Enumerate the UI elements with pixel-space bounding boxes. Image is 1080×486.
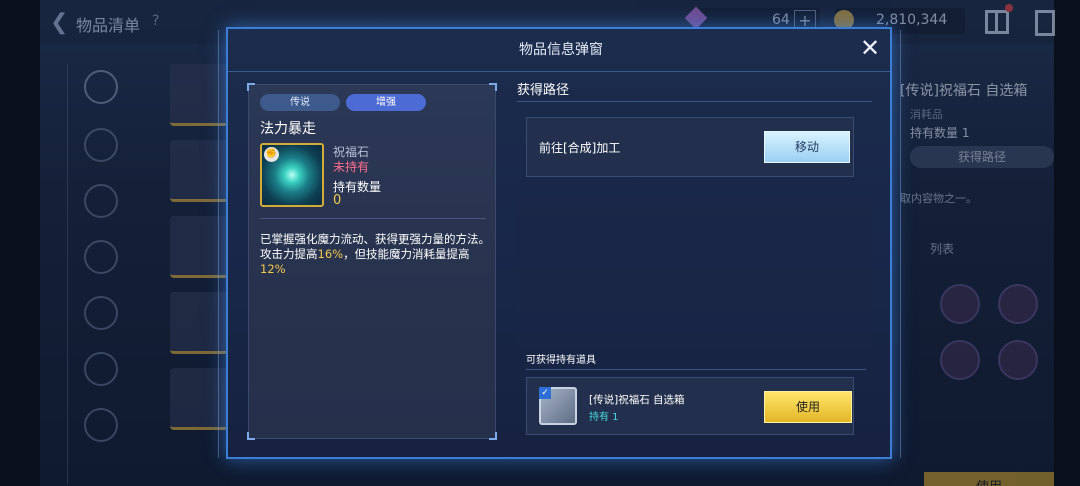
desc-part-a: 攻击力提高 xyxy=(260,247,318,261)
detail-use-button[interactable]: 使用 xyxy=(924,472,1054,486)
category-book-icon[interactable] xyxy=(84,408,118,442)
detail-list-label: 列表 xyxy=(930,242,955,256)
category-equip-icon[interactable] xyxy=(84,128,118,162)
detail-subtitle: 消耗品 xyxy=(910,108,943,121)
exit-door-icon[interactable] xyxy=(1035,10,1055,36)
corner-mark xyxy=(489,432,497,440)
inventory-item[interactable] xyxy=(170,292,228,354)
category-sidebar xyxy=(40,44,228,486)
help-icon[interactable]: ? xyxy=(152,13,159,29)
check-icon: ✓ xyxy=(539,387,551,399)
owned-items-title: 可获得持有道具 xyxy=(526,355,596,366)
attack-bonus-value: 16% xyxy=(317,247,344,261)
popup-title: 物品信息弹窗 xyxy=(519,42,603,58)
detail-hold-count: 持有数量 1 xyxy=(910,126,970,140)
coin-amount: 2,810,344 xyxy=(876,12,948,28)
category-all-icon[interactable] xyxy=(84,70,118,104)
detail-title: [传说]祝福石 自选箱 xyxy=(900,83,1028,99)
move-button[interactable]: 移动 xyxy=(764,131,850,163)
route-entry-label: 前往[合成]加工 xyxy=(539,141,621,155)
fist-badge-icon: ✊ xyxy=(264,147,279,162)
inventory-item[interactable] xyxy=(170,140,228,202)
menu-grid-icon[interactable] xyxy=(985,10,1009,34)
sidebar-line xyxy=(67,64,68,484)
content-item[interactable] xyxy=(998,340,1038,380)
route-entry: 前往[合成]加工 移动 xyxy=(526,117,854,177)
content-item[interactable] xyxy=(940,284,980,324)
mana-cost-value: 12% xyxy=(260,262,286,276)
skill-description: 已掌握强化魔力流动、获得更强力量的方法。 攻击力提高16%，但技能魔力消耗量提高… xyxy=(260,232,492,277)
close-icon[interactable]: ✕ xyxy=(858,36,882,61)
corner-mark xyxy=(247,432,255,440)
detail-desc: 取内容物之一。 xyxy=(900,192,977,205)
content-item[interactable] xyxy=(998,284,1038,324)
blessing-stone-icon: ✊ xyxy=(260,143,324,207)
route-title: 获得路径 xyxy=(517,83,570,98)
category-skill-icon[interactable] xyxy=(84,240,118,274)
card-divider xyxy=(260,218,486,219)
item-card: 传说 增强 法力暴走 ✊ 祝福石 未持有 持有数量 0 已掌握强化魔力流动、获得… xyxy=(247,83,497,440)
inventory-item[interactable] xyxy=(170,64,228,126)
frame-line xyxy=(900,30,901,458)
notification-dot xyxy=(1005,4,1013,12)
category-rune-icon[interactable] xyxy=(84,296,118,330)
right-edge xyxy=(1054,0,1080,486)
gem-amount: 64 xyxy=(772,12,790,28)
corner-mark xyxy=(247,83,255,91)
owned-status: 未持有 xyxy=(333,160,370,174)
route-empty-area xyxy=(517,197,872,347)
inventory-title: 物品清单 xyxy=(76,16,141,35)
quantity-value: 0 xyxy=(333,193,342,208)
route-divider xyxy=(517,101,872,102)
type-tag: 增强 xyxy=(346,94,426,111)
inventory-item[interactable] xyxy=(170,216,228,278)
corner-mark xyxy=(489,83,497,91)
owned-item-row: ✓ [传说]祝福石 自选箱 持有 1 使用 xyxy=(526,377,854,435)
inventory-item[interactable] xyxy=(170,368,228,430)
item-info-popup: 物品信息弹窗 ✕ 传说 增强 法力暴走 ✊ 祝福石 未持有 持有数量 0 已掌握… xyxy=(226,27,892,459)
desc-part-c: ，但技能魔力消耗量提高 xyxy=(343,247,470,261)
detail-route-button[interactable]: 获得路径 xyxy=(910,146,1054,168)
title-divider xyxy=(228,71,890,72)
content-item[interactable] xyxy=(940,340,980,380)
left-edge xyxy=(0,0,40,486)
back-arrow-icon[interactable]: ❮ xyxy=(50,10,68,35)
skill-name: 法力暴走 xyxy=(260,121,316,137)
item-detail-panel: [传说]祝福石 自选箱 消耗品 持有数量 1 获得路径 取内容物之一。 列表 使… xyxy=(900,44,1054,486)
category-relic-icon[interactable] xyxy=(84,352,118,386)
desc-line1: 已掌握强化魔力流动、获得更强力量的方法。 xyxy=(260,232,490,246)
owned-divider xyxy=(526,369,866,370)
owned-item-name: [传说]祝福石 自选箱 xyxy=(589,394,685,406)
grade-tag: 传说 xyxy=(260,94,340,111)
category-gift-icon[interactable] xyxy=(84,184,118,218)
use-button[interactable]: 使用 xyxy=(764,391,852,423)
game-screen: ❮ 物品清单 ? 64 + 2,810,344 [传说]祝福石 自选箱 消耗品 … xyxy=(0,0,1080,486)
frame-line xyxy=(218,30,219,458)
owned-item-count: 持有 1 xyxy=(589,412,619,423)
